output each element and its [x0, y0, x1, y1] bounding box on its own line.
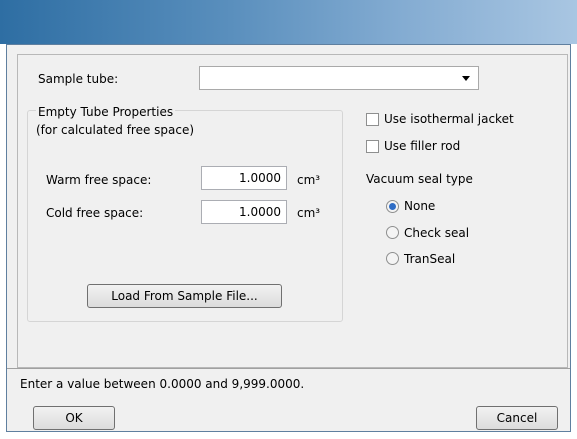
radio-none-label: None	[404, 199, 436, 213]
window-titlebar[interactable]	[0, 0, 577, 44]
load-from-sample-file-button[interactable]: Load From Sample File...	[87, 284, 282, 308]
warm-free-space-label: Warm free space:	[46, 173, 152, 187]
ok-button[interactable]: OK	[33, 406, 115, 430]
empty-tube-title: Empty Tube Properties	[36, 105, 176, 119]
warm-free-space-input[interactable]: 1.0000	[201, 166, 287, 190]
empty-tube-subtitle: (for calculated free space)	[36, 123, 195, 137]
isothermal-jacket-label: Use isothermal jacket	[384, 112, 514, 126]
radio-none[interactable]	[386, 200, 399, 213]
status-message: Enter a value between 0.0000 and 9,999.0…	[20, 377, 305, 391]
cold-unit-label: cm³	[297, 206, 321, 220]
filler-rod-checkbox[interactable]	[366, 140, 379, 153]
vacuum-seal-title: Vacuum seal type	[366, 172, 473, 186]
status-divider	[7, 368, 570, 369]
filler-rod-label: Use filler rod	[384, 139, 461, 153]
cold-free-space-input[interactable]: 1.0000	[201, 200, 287, 224]
radio-check-seal[interactable]	[386, 226, 399, 239]
isothermal-jacket-checkbox[interactable]	[366, 113, 379, 126]
radio-transeal-label: TranSeal	[404, 252, 456, 266]
warm-unit-label: cm³	[297, 173, 321, 187]
chevron-down-icon	[462, 76, 470, 81]
radio-transeal[interactable]	[386, 252, 399, 265]
cancel-button[interactable]: Cancel	[476, 406, 558, 430]
sample-tube-label: Sample tube:	[38, 72, 119, 86]
sample-tube-select[interactable]	[199, 66, 479, 90]
radio-check-seal-label: Check seal	[404, 226, 470, 240]
cold-free-space-label: Cold free space:	[46, 206, 144, 220]
